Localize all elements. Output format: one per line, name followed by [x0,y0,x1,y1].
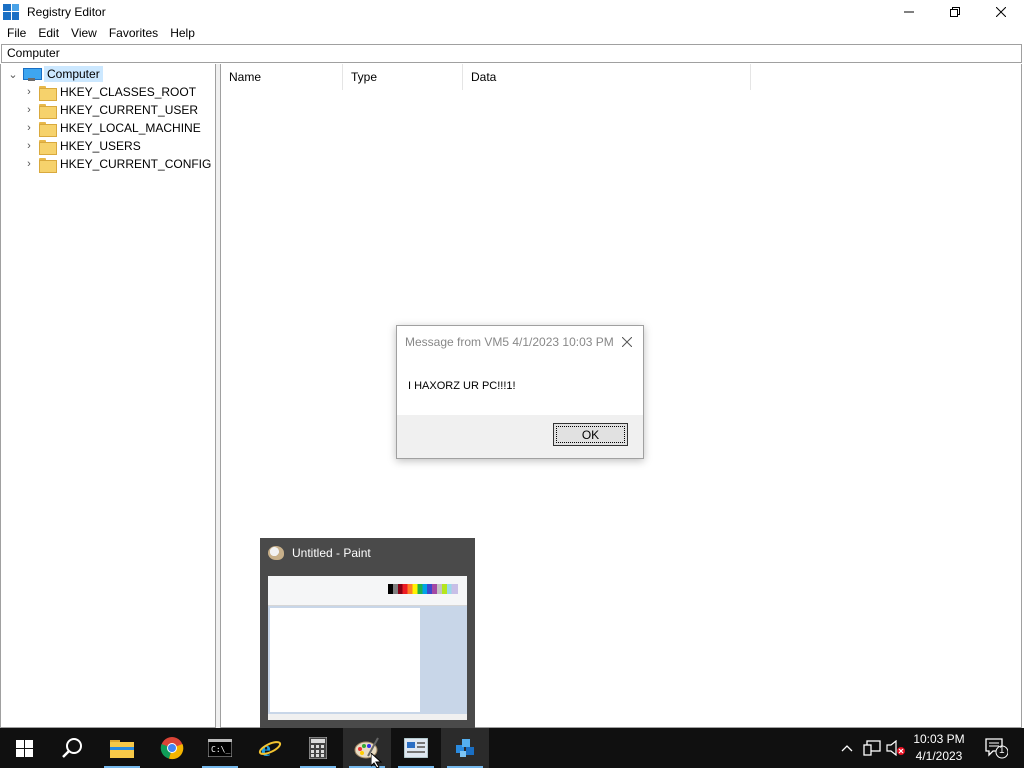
search-button[interactable] [48,728,96,768]
clock-time: 10:03 PM [913,732,965,746]
paint-color-palette [388,584,458,594]
folder-icon [39,85,57,101]
taskbar-chrome[interactable] [148,728,196,768]
minimize-icon [904,11,914,12]
dialog-close-button[interactable] [617,332,637,352]
tree-item-label: HKEY_CURRENT_CONFIG [60,157,212,171]
chevron-right-icon[interactable]: › [23,137,35,155]
address-bar[interactable]: Computer [1,44,1022,63]
registry-editor-icon [3,3,19,20]
file-explorer-icon [110,740,134,758]
close-button[interactable] [978,0,1024,23]
taskbar-file-explorer[interactable] [98,728,146,768]
folder-icon [39,121,57,137]
tree-item-hklm[interactable]: › HKEY_LOCAL_MACHINE [23,119,201,137]
dialog-title: Message from VM5 4/1/2023 10:03 PM [405,335,614,349]
registry-editor-icon [456,739,474,757]
notification-count: 1 [999,745,1005,756]
message-dialog: Message from VM5 4/1/2023 10:03 PM I HAX… [396,325,644,459]
column-name[interactable]: Name [221,64,343,90]
window-title: Registry Editor [27,4,106,19]
start-button[interactable] [0,728,48,768]
dialog-body: I HAXORZ UR PC!!!1! [397,357,643,415]
taskbar-command-prompt[interactable]: C:\_ [196,728,244,768]
menu-view[interactable]: View [65,26,103,40]
thumbnail-image [268,576,467,720]
chevron-right-icon[interactable]: › [23,155,35,173]
control-panel-icon [404,738,428,758]
taskbar-control-panel[interactable] [392,728,440,768]
menu-file[interactable]: File [1,26,32,40]
taskbar: C:\_ e 10:03 PM 4/1/2023 1 [0,728,1024,768]
chrome-icon [160,737,184,760]
chevron-right-icon[interactable]: › [23,119,35,137]
menu-help[interactable]: Help [164,26,201,40]
volume-tray-button[interactable] [884,728,908,768]
menu-bar: File Edit View Favorites Help [0,23,1024,43]
search-icon [62,738,82,758]
start-icon [15,739,33,757]
calculator-icon [309,737,327,759]
tree-item-label: Computer [44,66,103,82]
title-bar[interactable]: Registry Editor [0,0,1024,23]
folder-icon [39,139,57,155]
dialog-message: I HAXORZ UR PC!!!1! [408,380,516,392]
mouse-cursor-icon [371,753,383,768]
chevron-right-icon[interactable]: › [23,101,35,119]
clock-date: 4/1/2023 [915,749,963,763]
taskbar-thumbnail-preview[interactable]: Untitled - Paint [260,538,475,728]
network-icon [863,740,881,756]
folder-icon [39,157,57,173]
taskbar-paint[interactable] [343,728,391,768]
chevron-right-icon[interactable]: › [23,83,35,101]
taskbar-internet-explorer[interactable]: e [246,728,294,768]
menu-edit[interactable]: Edit [32,26,65,40]
volume-muted-icon [886,740,905,756]
minimize-button[interactable] [886,0,932,23]
thumbnail-header: Untitled - Paint [268,546,371,560]
svg-text:C:\_: C:\_ [211,745,230,754]
tree-item-hku[interactable]: › HKEY_USERS [23,137,141,155]
folder-icon [39,103,57,119]
paint-status-bar [268,714,467,720]
taskbar-registry-editor[interactable] [441,728,489,768]
column-data[interactable]: Data [463,64,751,90]
tree-item-label: HKEY_USERS [60,139,141,153]
chevron-up-icon [841,745,853,752]
cmd-icon: C:\_ [208,739,232,757]
show-hidden-icons-button[interactable] [836,728,858,768]
action-center-button[interactable]: 1 [978,728,1014,768]
tree-item-hkcc[interactable]: › HKEY_CURRENT_CONFIG [23,155,211,173]
window-controls [886,0,1024,23]
tree-item-hkcr[interactable]: › HKEY_CLASSES_ROOT [23,83,196,101]
taskbar-calculator[interactable] [294,728,342,768]
paint-ribbon [268,576,467,606]
menu-favorites[interactable]: Favorites [103,26,164,40]
ok-button[interactable]: OK [553,423,628,446]
paint-icon [268,546,284,560]
tree-item-label: HKEY_LOCAL_MACHINE [60,121,201,135]
internet-explorer-icon: e [258,736,282,760]
key-tree: ⌄ Computer › HKEY_CLASSES_ROOT › HKEY_CU… [0,64,216,728]
dialog-title-bar[interactable]: Message from VM5 4/1/2023 10:03 PM [397,326,643,357]
chevron-down-icon[interactable]: ⌄ [7,65,19,83]
close-icon [996,6,1006,17]
tree-item-label: HKEY_CLASSES_ROOT [60,85,197,99]
tree-item-hkcu[interactable]: › HKEY_CURRENT_USER [23,101,198,119]
restore-button[interactable] [932,0,978,23]
list-header: Name Type Data [221,64,751,90]
computer-icon [23,67,42,81]
thumbnail-title: Untitled - Paint [292,546,371,560]
close-icon [622,337,632,347]
restore-icon [950,6,960,17]
tree-item-computer[interactable]: ⌄ Computer [7,65,103,83]
taskbar-clock[interactable]: 10:03 PM 4/1/2023 [906,731,972,765]
network-tray-button[interactable] [860,728,884,768]
tree-item-label: HKEY_CURRENT_USER [60,103,199,117]
column-type[interactable]: Type [343,64,463,90]
paint-canvas [270,608,420,712]
